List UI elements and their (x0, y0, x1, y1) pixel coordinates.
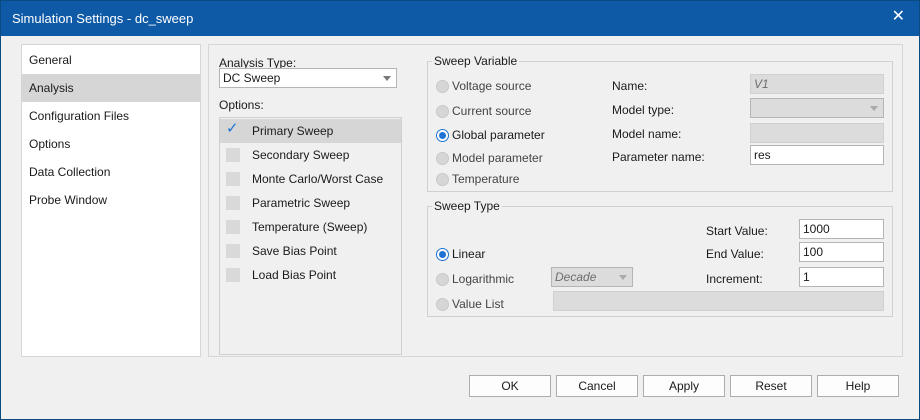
model-type-select[interactable] (750, 98, 884, 118)
radio-selected-icon (436, 129, 449, 142)
window-title: Simulation Settings - dc_sweep (12, 11, 194, 26)
nav-item-general[interactable]: General (22, 46, 200, 74)
radio-selected-icon (436, 248, 449, 261)
option-primary-sweep[interactable]: ✓ Primary Sweep (220, 119, 401, 143)
sweep-type-group: Sweep Type Start Value: 1000 Linear End … (427, 199, 893, 317)
radio-voltage-source[interactable]: Voltage source (436, 78, 531, 96)
value-list-field[interactable] (553, 291, 884, 311)
checkmark-icon: ✓ (226, 120, 239, 137)
end-value-field[interactable]: 100 (799, 242, 884, 262)
option-parametric-sweep[interactable]: Parametric Sweep (220, 191, 401, 215)
start-value-field[interactable]: 1000 (799, 219, 884, 239)
options-label: Options: (219, 98, 264, 112)
option-temperature-sweep[interactable]: Temperature (Sweep) (220, 215, 401, 239)
help-button[interactable]: Help (817, 375, 899, 397)
radio-temperature[interactable]: Temperature (436, 171, 519, 189)
checkbox-icon (226, 220, 240, 234)
nav-item-probe-window[interactable]: Probe Window (22, 186, 200, 214)
chevron-down-icon (383, 76, 391, 81)
radio-icon (436, 152, 449, 165)
option-secondary-sweep[interactable]: Secondary Sweep (220, 143, 401, 167)
sweep-variable-title: Sweep Variable (432, 54, 520, 68)
radio-global-parameter[interactable]: Global parameter (436, 127, 545, 145)
start-value-label: Start Value: (706, 224, 768, 238)
radio-value-list[interactable]: Value List (436, 296, 504, 314)
parameter-name-field[interactable]: res (750, 145, 884, 165)
option-load-bias-point[interactable]: Load Bias Point (220, 263, 401, 287)
model-name-label: Model name: (612, 127, 682, 141)
reset-button[interactable]: Reset (730, 375, 812, 397)
nav-item-data-collection[interactable]: Data Collection (22, 158, 200, 186)
radio-icon (436, 173, 449, 186)
parameter-name-label: Parameter name: (612, 150, 705, 164)
radio-current-source[interactable]: Current source (436, 103, 531, 121)
analysis-panel: Analysis Type: DC Sweep Options: ✓ Prima… (208, 44, 903, 357)
checkbox-icon (226, 172, 240, 186)
name-field[interactable]: V1 (750, 74, 884, 94)
checkbox-icon (226, 244, 240, 258)
end-value-label: End Value: (706, 247, 764, 261)
checkbox-icon (226, 148, 240, 162)
ok-button[interactable]: OK (469, 375, 551, 397)
radio-logarithmic[interactable]: Logarithmic (436, 271, 514, 289)
log-mode-select[interactable]: Decade (551, 267, 633, 287)
nav-item-analysis[interactable]: Analysis (22, 74, 200, 102)
analysis-type-select[interactable]: DC Sweep (219, 68, 397, 88)
chevron-down-icon (870, 106, 878, 111)
model-type-label: Model type: (612, 103, 675, 117)
option-save-bias-point[interactable]: Save Bias Point (220, 239, 401, 263)
radio-icon (436, 105, 449, 118)
analysis-type-value: DC Sweep (223, 71, 281, 85)
radio-model-parameter[interactable]: Model parameter (436, 150, 543, 168)
simulation-settings-dialog: Simulation Settings - dc_sweep ✕ General… (0, 0, 920, 420)
checkbox-icon (226, 268, 240, 282)
radio-linear[interactable]: Linear (436, 246, 485, 264)
nav-item-configuration-files[interactable]: Configuration Files (22, 102, 200, 130)
title-bar: Simulation Settings - dc_sweep ✕ (1, 1, 919, 36)
nav-item-options[interactable]: Options (22, 130, 200, 158)
category-nav: General Analysis Configuration Files Opt… (21, 44, 201, 357)
checkbox-icon (226, 196, 240, 210)
options-list: ✓ Primary Sweep Secondary Sweep Monte Ca… (219, 117, 402, 355)
radio-icon (436, 298, 449, 311)
close-icon[interactable]: ✕ (892, 6, 905, 26)
option-monte-carlo[interactable]: Monte Carlo/Worst Case (220, 167, 401, 191)
radio-icon (436, 273, 449, 286)
chevron-down-icon (619, 275, 627, 280)
model-name-field[interactable] (750, 123, 884, 143)
sweep-type-title: Sweep Type (432, 199, 502, 213)
name-label: Name: (612, 79, 648, 93)
sweep-variable-group: Sweep Variable Voltage source Current so… (427, 54, 893, 192)
radio-icon (436, 80, 449, 93)
increment-field[interactable]: 1 (799, 267, 884, 287)
cancel-button[interactable]: Cancel (556, 375, 638, 397)
apply-button[interactable]: Apply (643, 375, 725, 397)
increment-label: Increment: (706, 272, 763, 286)
